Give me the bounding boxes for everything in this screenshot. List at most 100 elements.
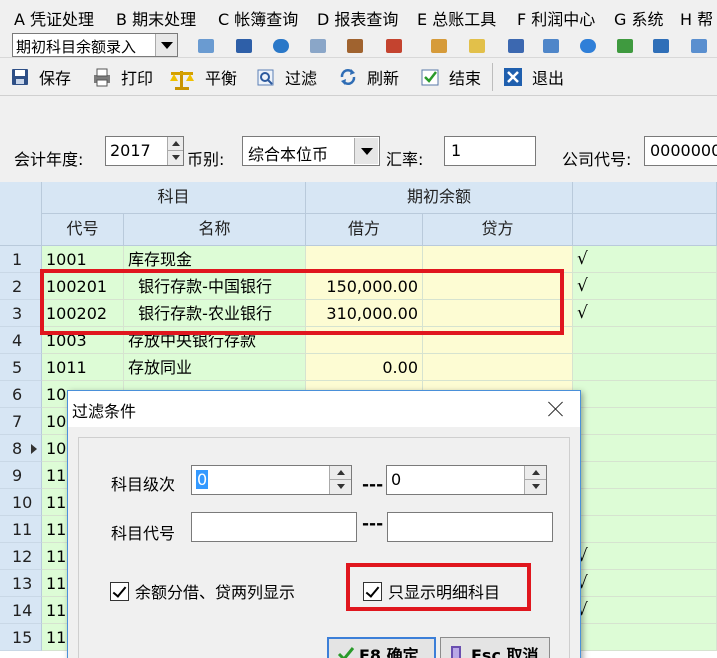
balance-label: 平衡 xyxy=(205,69,238,88)
cell-check xyxy=(573,624,717,651)
spin-down-icon[interactable] xyxy=(524,480,546,494)
code-label: 科目代号 xyxy=(111,524,176,543)
row-number: 15 xyxy=(0,624,42,651)
menu-voucher[interactable]: A 凭证处理 xyxy=(14,6,94,30)
currency-select[interactable]: 综合本位币 xyxy=(242,136,380,166)
balance-button[interactable]: 平衡 xyxy=(168,64,237,90)
print-button[interactable]: 打印 xyxy=(92,64,153,90)
keyboard-icon[interactable] xyxy=(653,39,669,53)
home-icon[interactable] xyxy=(386,39,402,53)
cancel-button[interactable]: Esc 取消 xyxy=(440,637,550,658)
spin-up-icon[interactable] xyxy=(167,137,183,151)
window-icon[interactable] xyxy=(691,39,707,53)
chevron-down-icon[interactable] xyxy=(354,138,378,164)
header-name[interactable]: 名称 xyxy=(124,214,306,246)
menu-tools[interactable]: E 总账工具 xyxy=(417,6,496,30)
rate-input[interactable]: 1 xyxy=(444,136,536,166)
row-number: 9 xyxy=(0,462,42,489)
level-from-spinner[interactable]: 0 xyxy=(191,465,352,495)
briefcase-icon[interactable] xyxy=(347,39,363,53)
header-check xyxy=(573,214,717,246)
refresh-icon xyxy=(338,67,358,87)
cancel-label: Esc 取消 xyxy=(471,646,539,658)
header-debit[interactable]: 借方 xyxy=(306,214,423,246)
lock-icon[interactable] xyxy=(310,39,326,53)
cell-code[interactable]: 1011 xyxy=(42,354,124,381)
spin-down-icon[interactable] xyxy=(167,151,183,165)
cell-check xyxy=(573,408,717,435)
header-code[interactable]: 代号 xyxy=(42,214,124,246)
cell-credit[interactable] xyxy=(423,354,573,381)
split-balance-checkbox[interactable]: 余额分借、贷两列显示 xyxy=(110,579,295,603)
menu-period-end[interactable]: B 期末处理 xyxy=(116,6,196,30)
level-from-value: 0 xyxy=(196,470,209,489)
module-select[interactable]: 期初科目余额录入 xyxy=(12,33,178,57)
filter-button[interactable]: 过滤 xyxy=(256,64,317,90)
save-label: 保存 xyxy=(39,69,72,88)
split-balance-label: 余额分借、贷两列显示 xyxy=(135,583,296,602)
cell-debit[interactable]: 0.00 xyxy=(306,354,423,381)
menu-system[interactable]: G 系统 xyxy=(614,6,664,30)
spin-down-icon[interactable] xyxy=(329,480,351,494)
finish-button[interactable]: 结束 xyxy=(420,64,481,90)
company-input[interactable]: 0000000 xyxy=(644,136,717,166)
row-number: 7 xyxy=(0,408,42,435)
header-credit[interactable]: 贷方 xyxy=(423,214,573,246)
cell-check: √ xyxy=(573,246,717,273)
row-number: 2 xyxy=(0,273,42,300)
row-number: 6 xyxy=(0,381,42,408)
chevron-down-icon[interactable] xyxy=(155,34,177,56)
users-icon[interactable] xyxy=(431,39,447,53)
finish-icon xyxy=(420,67,440,87)
row-number: 1 xyxy=(0,246,42,273)
level-to-spinner[interactable]: 0 xyxy=(386,465,547,495)
cell-check xyxy=(573,381,717,408)
close-icon[interactable] xyxy=(542,397,570,421)
code-from-input[interactable] xyxy=(191,512,357,542)
cell-check xyxy=(573,354,717,381)
filter-icon xyxy=(256,67,276,87)
cell-check: √ xyxy=(573,597,717,624)
rate-label: 汇率: xyxy=(386,150,424,169)
finish-label: 结束 xyxy=(449,69,482,88)
money-icon[interactable] xyxy=(617,39,633,53)
save-button[interactable]: 保存 xyxy=(10,64,71,90)
module-select-value: 期初科目余额录入 xyxy=(16,38,137,56)
row-number: 3 xyxy=(0,300,42,327)
ok-button[interactable]: F8 确定 xyxy=(327,637,436,658)
highlight-bank-rows xyxy=(40,269,564,335)
cell-check xyxy=(573,327,717,354)
checkbox-checked-icon[interactable] xyxy=(110,581,129,601)
cell-name[interactable]: 存放同业 xyxy=(124,354,306,381)
cell-check xyxy=(573,489,717,516)
menu-profit[interactable]: F 利润中心 xyxy=(517,6,595,30)
row-number: 10 xyxy=(0,489,42,516)
calc-icon[interactable] xyxy=(543,39,559,53)
menu-books[interactable]: C 帐簿查询 xyxy=(218,6,298,30)
highlight-detail-only xyxy=(346,563,531,611)
spin-up-icon[interactable] xyxy=(524,466,546,480)
menu-reports[interactable]: D 报表查询 xyxy=(317,6,398,30)
balance-icon xyxy=(168,67,196,90)
grid-icon[interactable] xyxy=(198,39,214,53)
dialog-titlebar: 过滤条件 xyxy=(68,391,580,427)
dialog-title: 过滤条件 xyxy=(72,402,137,421)
folder-icon[interactable] xyxy=(469,39,485,53)
monitor-icon[interactable] xyxy=(236,39,252,53)
code-to-input[interactable] xyxy=(387,512,553,542)
table-row[interactable]: 5 1011 存放同业 0.00 xyxy=(0,354,717,381)
refresh-button[interactable]: 刷新 xyxy=(338,64,399,90)
spin-up-icon[interactable] xyxy=(329,466,351,480)
refresh-label: 刷新 xyxy=(367,69,400,88)
menu-help[interactable]: H 帮 xyxy=(680,6,713,30)
row-pointer-icon xyxy=(31,444,37,454)
row-number: 5 xyxy=(0,354,42,381)
exit-button[interactable]: 退出 xyxy=(503,64,564,90)
book-icon[interactable] xyxy=(508,39,524,53)
filter-label: 过滤 xyxy=(285,69,318,88)
help-icon[interactable] xyxy=(580,39,596,53)
level-label: 科目级次 xyxy=(111,475,176,494)
year-spinner[interactable]: 2017 xyxy=(105,136,184,166)
globe-icon[interactable] xyxy=(273,39,289,53)
cell-check xyxy=(573,516,717,543)
